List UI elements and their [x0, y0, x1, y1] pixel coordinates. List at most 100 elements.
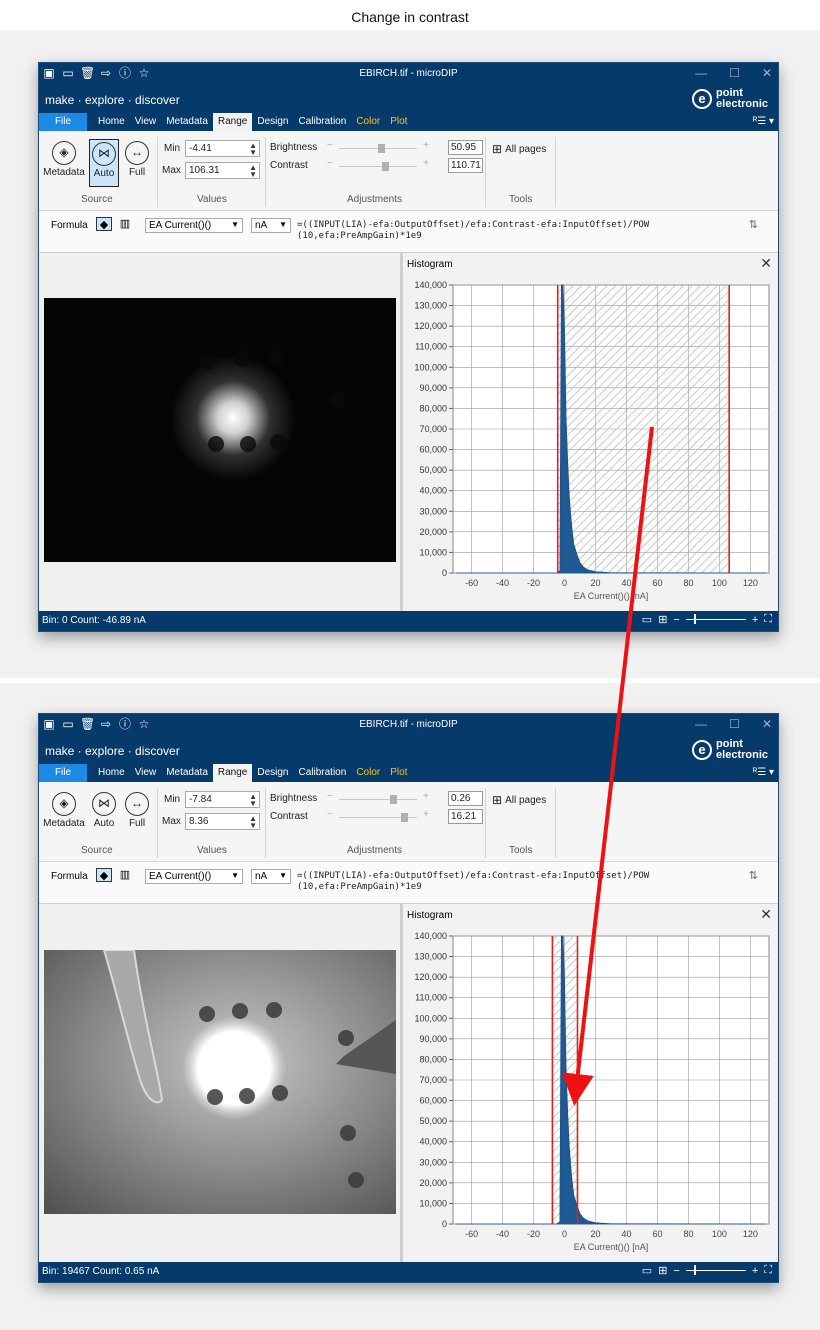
all-pages-label: All pages [505, 794, 547, 806]
menu-calibration[interactable]: Calibration [294, 764, 352, 782]
full-source-button[interactable]: ↔ Full [122, 790, 152, 829]
sort-icon[interactable]: ⇅ [749, 869, 758, 882]
auto-source-button[interactable]: ⋈ Auto [89, 139, 119, 187]
y-tick-label: 30,000 [419, 506, 447, 516]
zoom-slider[interactable] [685, 1265, 746, 1275]
menu-range[interactable]: Range [212, 764, 253, 782]
menu-bar: File Home View Metadata Range Design Calibrati… [39, 764, 778, 782]
max-spinner-icon[interactable]: ▲ ▼ [249, 815, 257, 830]
menu-home[interactable]: Home [93, 113, 130, 131]
min-input[interactable]: -4.41 ▲ ▼ [185, 140, 260, 157]
metadata-source-label: Metadata [43, 818, 85, 829]
x-tick-label: 120 [743, 578, 758, 588]
channel-select[interactable]: EA Current()() ▼ [145, 218, 243, 233]
menu-design[interactable]: Design [252, 113, 293, 131]
range-selection[interactable] [557, 285, 730, 573]
unit-select[interactable]: nA ▼ [251, 218, 291, 233]
zoom-out-icon[interactable]: − [673, 1265, 679, 1277]
sort-icon[interactable]: ⇅ [749, 218, 758, 231]
menu-color[interactable]: Color [351, 113, 385, 131]
menu-design[interactable]: Design [252, 764, 293, 782]
menu-file[interactable]: File [39, 113, 87, 131]
single-view-icon[interactable]: ▭ [642, 613, 652, 626]
formula-expression[interactable]: =((INPUT(LIA)-efa:OutputOffset)/efa:Cont… [297, 871, 649, 893]
menu-view[interactable]: View [130, 113, 162, 131]
x-tick-label: 80 [683, 578, 693, 588]
close-icon[interactable]: ✕ [762, 66, 772, 80]
close-icon[interactable]: ✕ [760, 255, 772, 272]
contrast-value[interactable]: 16.21 [448, 809, 483, 824]
status-text: Bin: 19467 Count: 0.65 nA [42, 1266, 160, 1277]
metadata-source-button[interactable]: ◈ Metadata [43, 139, 85, 178]
min-input[interactable]: -7.84 ▲ ▼ [185, 791, 260, 808]
menu-file[interactable]: File [39, 764, 87, 782]
dark-spot [232, 1003, 248, 1019]
menu-plot[interactable]: Plot [385, 764, 412, 782]
max-input[interactable]: 106.31 ▲ ▼ [185, 162, 260, 179]
single-view-icon[interactable]: ▭ [642, 1264, 652, 1277]
zoom-out-icon[interactable]: − [673, 614, 679, 626]
columns-icon[interactable]: ▥ [117, 868, 133, 882]
micrograph-image[interactable] [44, 298, 396, 562]
full-source-button[interactable]: ↔ Full [122, 139, 152, 178]
brightness-slider[interactable]: − + [327, 791, 429, 804]
zoom-in-icon[interactable]: + [752, 614, 758, 626]
account-menu-icon[interactable]: ᴿ☰ ▾ [753, 767, 774, 778]
x-tick-label: 20 [591, 1229, 601, 1239]
max-spinner-icon[interactable]: ▲ ▼ [249, 164, 257, 179]
chevron-down-icon: ▼ [279, 220, 287, 229]
dark-spot [199, 354, 215, 370]
zoom-slider[interactable] [685, 614, 746, 624]
menu-view[interactable]: View [130, 764, 162, 782]
channel-value: EA Current()() [149, 871, 212, 882]
maximize-icon[interactable]: ☐ [729, 717, 740, 731]
formula-expression[interactable]: =((INPUT(LIA)-efa:OutputOffset)/efa:Cont… [297, 220, 649, 242]
grid-view-icon[interactable]: ⊞ [658, 613, 667, 626]
close-icon[interactable]: ✕ [760, 906, 772, 923]
min-spinner-icon[interactable]: ▲ ▼ [249, 793, 257, 808]
histogram-chart[interactable]: 0 10,000 20,000 30,000 40,000 50,000 60,000 70,… [403, 277, 777, 611]
auto-source-button[interactable]: ⋈ Auto [89, 790, 119, 838]
min-value: -4.41 [189, 143, 212, 154]
menu-home[interactable]: Home [93, 764, 130, 782]
columns-icon[interactable]: ▥ [117, 217, 133, 231]
fit-view-icon[interactable]: ⛶ [764, 1264, 772, 1277]
tagline: make · explore · discover [45, 744, 180, 758]
brightness-value[interactable]: 0.26 [448, 791, 483, 806]
brightness-slider[interactable]: − + [327, 140, 429, 153]
max-input[interactable]: 8.36 ▲ ▼ [185, 813, 260, 830]
maximize-icon[interactable]: ☐ [729, 66, 740, 80]
account-menu-icon[interactable]: ᴿ☰ ▾ [753, 116, 774, 127]
fit-view-icon[interactable]: ⛶ [764, 613, 772, 626]
all-pages-button[interactable]: ⊞ All pages [492, 142, 546, 156]
tag-toggle-icon[interactable]: ◆ [96, 868, 112, 882]
brightness-value[interactable]: 50.95 [448, 140, 483, 155]
minimize-icon[interactable]: — [695, 66, 707, 80]
histogram-chart[interactable]: 0 10,000 20,000 30,000 40,000 50,000 60,000 70,… [403, 928, 777, 1262]
menu-color[interactable]: Color [351, 764, 385, 782]
all-pages-button[interactable]: ⊞ All pages [492, 793, 546, 807]
micrograph-image[interactable] [44, 950, 396, 1214]
menu-plot[interactable]: Plot [385, 113, 412, 131]
full-range-icon: ↔ [125, 141, 149, 165]
min-spinner-icon[interactable]: ▲ ▼ [249, 142, 257, 157]
contrast-value[interactable]: 110.71 [448, 158, 483, 173]
menu-metadata[interactable]: Metadata [161, 113, 213, 131]
metadata-source-button[interactable]: ◈ Metadata [43, 790, 85, 829]
close-icon[interactable]: ✕ [762, 717, 772, 731]
tag-toggle-icon[interactable]: ◆ [96, 217, 112, 231]
x-axis-label: EA Current()() [nA] [574, 1242, 649, 1252]
contrast-slider[interactable]: − + [327, 809, 429, 822]
unit-select[interactable]: nA ▼ [251, 869, 291, 884]
contrast-slider[interactable]: − + [327, 158, 429, 171]
zoom-in-icon[interactable]: + [752, 1265, 758, 1277]
grid-view-icon[interactable]: ⊞ [658, 1264, 667, 1277]
menu-range[interactable]: Range [212, 113, 253, 131]
chevron-down-icon: ▼ [279, 871, 287, 880]
channel-value: EA Current()() [149, 220, 212, 231]
menu-metadata[interactable]: Metadata [161, 764, 213, 782]
channel-select[interactable]: EA Current()() ▼ [145, 869, 243, 884]
minimize-icon[interactable]: — [695, 717, 707, 731]
dark-spot [272, 1085, 288, 1101]
menu-calibration[interactable]: Calibration [294, 113, 352, 131]
